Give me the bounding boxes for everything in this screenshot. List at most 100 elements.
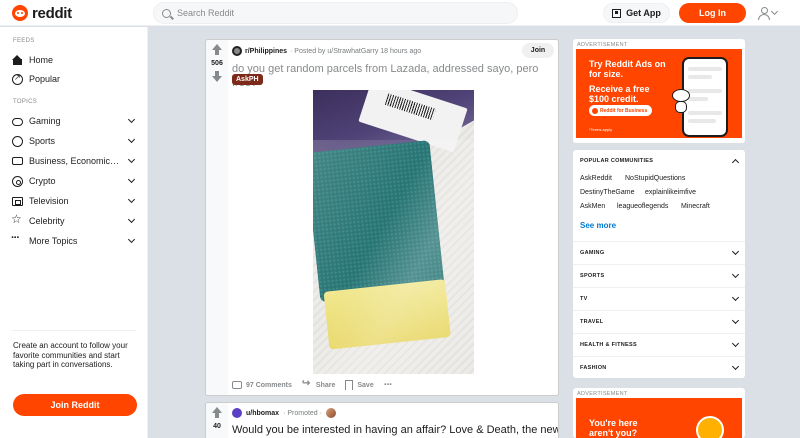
post-card[interactable]: 506 r/Philippines · Posted by u/Strawhat… (205, 39, 559, 396)
ad-offer: Receive a free $100 credit. (589, 84, 650, 104)
phone-row (688, 67, 722, 71)
sidebar-item-television[interactable]: Television (12, 193, 138, 209)
subreddit-avatar-icon[interactable] (232, 46, 242, 56)
chevron-up-icon[interactable] (731, 158, 740, 167)
advertisement-card[interactable]: ADVERTISEMENT You're here aren't you? Fi… (573, 388, 745, 438)
upvote-arrow-icon[interactable] (211, 407, 223, 419)
topics-heading: TOPICS (13, 99, 38, 105)
barcode (384, 93, 437, 121)
search-icon (162, 8, 171, 18)
category-label: FASHION (580, 365, 607, 371)
ad-headline: Try Reddit Ads on for size. (589, 59, 666, 79)
advertisement-card[interactable]: ADVERTISEMENT Try Reddit Ads on for size… (573, 39, 745, 143)
vote-count: 40 (213, 423, 221, 430)
share-icon (302, 378, 312, 389)
upvote-arrow-icon[interactable] (211, 44, 223, 56)
downvote-arrow-icon[interactable] (211, 71, 223, 83)
get-app-label: Get App (626, 8, 661, 18)
bookmark-icon (345, 380, 354, 390)
category-label: TRAVEL (580, 319, 604, 325)
chevron-down-icon (127, 135, 136, 144)
community-link[interactable]: Minecraft (681, 203, 710, 210)
popular-communities-heading: POPULAR COMMUNITIES (580, 158, 654, 164)
search-input[interactable] (177, 8, 477, 18)
category-row-travel[interactable]: TRAVEL (573, 310, 745, 333)
community-link[interactable]: NoStupidQuestions (625, 175, 685, 182)
category-row-gaming[interactable]: GAMING (573, 241, 745, 264)
business-icon (12, 157, 23, 165)
sidebar-item-label: Popular (29, 74, 61, 84)
reddit-logo[interactable]: reddit (12, 4, 72, 22)
post-title[interactable]: do you get random parcels from Lazada, a… (232, 62, 552, 90)
save-label: Save (357, 381, 374, 389)
popular-icon (12, 73, 23, 85)
sidebar-item-popular[interactable]: Popular (12, 71, 138, 87)
category-row-health-fitness[interactable]: HEALTH & FITNESS (573, 333, 745, 356)
top-header: reddit Get App Log In (0, 0, 800, 26)
sidebar-item-label: Gaming (29, 116, 61, 126)
crypto-icon (12, 175, 23, 187)
sidebar-item-crypto[interactable]: Crypto (12, 173, 138, 189)
comments-label: 97 Comments (246, 381, 292, 389)
category-label: GAMING (580, 250, 605, 256)
ad-banner[interactable]: You're here aren't you? Find (576, 398, 742, 438)
see-more-link[interactable]: See more (580, 221, 616, 230)
post-image[interactable] (313, 90, 474, 374)
logo-wordmark: reddit (32, 4, 72, 22)
category-label: TV (580, 296, 588, 302)
phone-row (688, 75, 712, 79)
sidebar-item-business[interactable]: Business, Economics, a... (12, 153, 138, 169)
sidebar-item-label: Television (29, 196, 69, 206)
comments-button[interactable]: 97 Comments (232, 381, 292, 389)
sidebar-item-celebrity[interactable]: Celebrity (11, 213, 138, 229)
category-row-fashion[interactable]: FASHION (573, 356, 745, 379)
get-app-button[interactable]: Get App (603, 3, 670, 23)
phone-row (688, 89, 722, 93)
community-link[interactable]: leagueoflegends (617, 203, 668, 210)
ad-label: ADVERTISEMENT (577, 42, 628, 48)
share-button[interactable]: Share (302, 378, 336, 389)
more-dots-icon (11, 232, 23, 247)
sidebar-item-home[interactable]: Home (12, 52, 138, 68)
community-link[interactable]: DestinyTheGame (580, 189, 634, 196)
more-options-icon[interactable]: ··· (384, 379, 393, 391)
join-reddit-button[interactable]: Join Reddit (13, 394, 137, 416)
post-title[interactable]: Would you be interested in having an aff… (232, 424, 558, 436)
sidebar-item-sports[interactable]: Sports (12, 133, 138, 149)
celebrity-star-icon (11, 213, 23, 227)
chevron-down-icon (127, 235, 136, 244)
phone-row (688, 111, 722, 115)
sidebar-item-more-topics[interactable]: More Topics (11, 232, 138, 249)
community-link[interactable]: AskMen (580, 203, 605, 210)
chevron-down-icon (731, 270, 740, 279)
category-row-tv[interactable]: TV (573, 287, 745, 310)
promoted-post-card[interactable]: 40 u/hbomax · Promoted · Would you be in… (205, 402, 559, 438)
post-flair[interactable]: AskPH (232, 74, 263, 85)
chevron-down-icon (731, 316, 740, 325)
community-link[interactable]: explainlikeimfive (645, 189, 696, 196)
chevron-down-icon (127, 175, 136, 184)
user-menu-dropdown[interactable] (757, 5, 783, 21)
share-label: Share (315, 381, 336, 389)
promoter-avatar (325, 408, 336, 418)
ad-cta-pill[interactable]: Reddit for Business (589, 105, 653, 116)
category-row-sports[interactable]: SPORTS (573, 264, 745, 287)
save-button[interactable]: Save (345, 380, 374, 390)
ad-banner[interactable]: Try Reddit Ads on for size. Receive a fr… (576, 49, 742, 138)
sidebar-item-gaming[interactable]: Gaming (12, 113, 138, 129)
user-link[interactable]: u/hbomax (246, 410, 279, 417)
globe-icon (696, 416, 724, 438)
subreddit-link[interactable]: r/Philippines (245, 48, 287, 55)
signup-prompt-text: Create an account to follow your favorit… (13, 341, 128, 369)
chevron-down-icon (127, 155, 136, 164)
search-bar[interactable] (153, 2, 518, 24)
vote-column: 40 (206, 403, 228, 438)
community-link[interactable]: AskReddit (580, 175, 612, 182)
user-avatar-icon[interactable] (232, 408, 242, 418)
login-button[interactable]: Log In (679, 3, 746, 23)
chevron-down-icon (127, 195, 136, 204)
popular-communities-card: POPULAR COMMUNITIES AskReddit NoStupidQu… (573, 150, 745, 378)
join-subreddit-button[interactable]: Join (522, 43, 554, 58)
home-icon (12, 54, 23, 66)
television-icon (12, 196, 23, 206)
